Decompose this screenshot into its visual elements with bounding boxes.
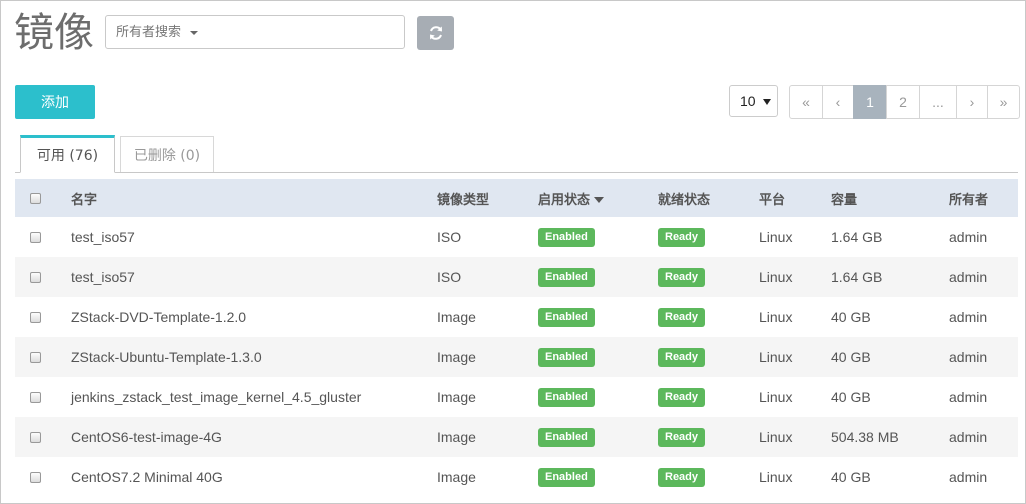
ready-status-badge: Ready	[658, 308, 706, 327]
cell-type: Image	[437, 469, 476, 485]
cell-type: Image	[437, 389, 476, 405]
table-row[interactable]: jenkins_zstack_test_image_kernel_4.5_glu…	[15, 377, 1018, 417]
table-header-row: 名字 镜像类型 启用状态 就绪状态 平台 容量 所有者	[15, 179, 1018, 217]
cell-owner: admin	[949, 229, 988, 245]
page-1-button[interactable]: 1	[853, 85, 887, 119]
cell-type: ISO	[437, 229, 462, 245]
caret-down-icon	[763, 99, 771, 105]
cell-platform: Linux	[759, 269, 793, 285]
cell-size: 40 GB	[831, 349, 871, 365]
enabled-status-badge: Enabled	[538, 268, 595, 287]
search-input[interactable]	[106, 16, 404, 48]
ready-status-badge: Ready	[658, 428, 706, 447]
page-2-button[interactable]: 2	[886, 85, 920, 119]
cell-owner: admin	[949, 269, 988, 285]
cell-owner: admin	[949, 469, 988, 485]
cell-size: 40 GB	[831, 389, 871, 405]
cell-name[interactable]: jenkins_zstack_test_image_kernel_4.5_glu…	[70, 377, 436, 417]
cell-owner: admin	[949, 429, 988, 445]
images-table: 名字 镜像类型 启用状态 就绪状态 平台 容量 所有者 test_iso57 IS…	[15, 179, 1018, 497]
cell-platform: Linux	[759, 429, 793, 445]
cell-size: 504.38 MB	[831, 429, 899, 445]
page-ellipsis: ...	[919, 85, 957, 119]
column-header-enabled[interactable]: 启用状态	[537, 179, 657, 217]
last-page-button[interactable]: »	[987, 85, 1020, 119]
ready-status-badge: Ready	[658, 388, 706, 407]
table-row[interactable]: ZStack-DVD-Template-1.2.0 Image Enabled Rea…	[15, 297, 1018, 337]
row-checkbox[interactable]	[30, 351, 41, 363]
next-page-button[interactable]: ›	[956, 85, 988, 119]
cell-type: Image	[437, 429, 476, 445]
column-header-type[interactable]: 镜像类型	[436, 179, 537, 217]
page-title: 镜像	[14, 10, 94, 56]
cell-platform: Linux	[759, 469, 793, 485]
first-page-button[interactable]: «	[789, 85, 823, 119]
column-header-platform[interactable]: 平台	[758, 179, 830, 217]
row-checkbox[interactable]	[30, 431, 41, 443]
refresh-button[interactable]	[417, 16, 454, 50]
row-checkbox[interactable]	[30, 271, 41, 283]
enabled-status-badge: Enabled	[538, 388, 595, 407]
ready-status-badge: Ready	[658, 348, 706, 367]
cell-owner: admin	[949, 309, 988, 325]
cell-name[interactable]: CentOS6-test-image-4G	[70, 417, 436, 457]
cell-platform: Linux	[759, 349, 793, 365]
cell-platform: Linux	[759, 389, 793, 405]
enabled-status-badge: Enabled	[538, 308, 595, 327]
table-row[interactable]: CentOS6-test-image-4G Image Enabled Ready Li…	[15, 417, 1018, 457]
page-size-value: 10	[740, 93, 756, 109]
prev-page-button[interactable]: ‹	[822, 85, 854, 119]
table-row[interactable]: ZStack-Ubuntu-Template-1.3.0 Image Enabled…	[15, 337, 1018, 377]
cell-owner: admin	[949, 349, 988, 365]
refresh-icon	[429, 26, 442, 40]
table-row[interactable]: test_iso57 ISO Enabled Ready Linux 1.64 GB adm…	[15, 257, 1018, 297]
cell-name[interactable]: ZStack-Ubuntu-Template-1.3.0	[70, 337, 436, 377]
enabled-status-badge: Enabled	[538, 428, 595, 447]
table-row[interactable]: CentOS7.2 Minimal 40G Image Enabled Ready Li…	[15, 457, 1018, 497]
enabled-status-badge: Enabled	[538, 348, 595, 367]
cell-size: 1.64 GB	[831, 229, 883, 245]
ready-status-badge: Ready	[658, 268, 706, 287]
cell-size: 40 GB	[831, 469, 871, 485]
column-header-owner[interactable]: 所有者	[948, 179, 1018, 217]
row-checkbox[interactable]	[30, 391, 41, 403]
ready-status-badge: Ready	[658, 228, 706, 247]
cell-name[interactable]: test_iso57	[70, 257, 436, 297]
cell-platform: Linux	[759, 229, 793, 245]
cell-size: 40 GB	[831, 309, 871, 325]
table-row[interactable]: test_iso57 ISO Enabled Ready Linux 1.64 GB adm…	[15, 217, 1018, 257]
cell-name[interactable]: test_iso57	[70, 217, 436, 257]
row-checkbox[interactable]	[30, 471, 41, 483]
cell-name[interactable]: ZStack-DVD-Template-1.2.0	[70, 297, 436, 337]
chevron-down-icon[interactable]	[190, 31, 198, 35]
column-header-name[interactable]: 名字	[70, 179, 436, 217]
cell-owner: admin	[949, 389, 988, 405]
page-size-select[interactable]: 10	[729, 85, 778, 117]
cell-platform: Linux	[759, 309, 793, 325]
cell-name[interactable]: CentOS7.2 Minimal 40G	[70, 457, 436, 497]
tab-deleted[interactable]: 已删除 (0)	[120, 136, 214, 172]
row-checkbox[interactable]	[30, 311, 41, 323]
cell-type: Image	[437, 349, 476, 365]
column-header-enabled-label: 启用状态	[538, 192, 591, 208]
add-button[interactable]: 添加	[15, 85, 95, 119]
owner-search-field[interactable]	[105, 15, 405, 49]
cell-type: Image	[437, 309, 476, 325]
cell-size: 1.64 GB	[831, 269, 883, 285]
cell-type: ISO	[437, 269, 462, 285]
column-header-size[interactable]: 容量	[830, 179, 948, 217]
select-all-checkbox[interactable]	[30, 192, 41, 204]
enabled-status-badge: Enabled	[538, 228, 595, 247]
tab-bar: 可用 (76) 已删除 (0)	[15, 135, 1018, 173]
column-header-ready[interactable]: 就绪状态	[657, 179, 758, 217]
tab-available[interactable]: 可用 (76)	[20, 135, 115, 173]
pagination: « ‹ 1 2 ... › »	[789, 85, 1020, 119]
sort-desc-icon	[594, 197, 605, 203]
enabled-status-badge: Enabled	[538, 468, 595, 487]
ready-status-badge: Ready	[658, 468, 706, 487]
row-checkbox[interactable]	[30, 231, 41, 243]
